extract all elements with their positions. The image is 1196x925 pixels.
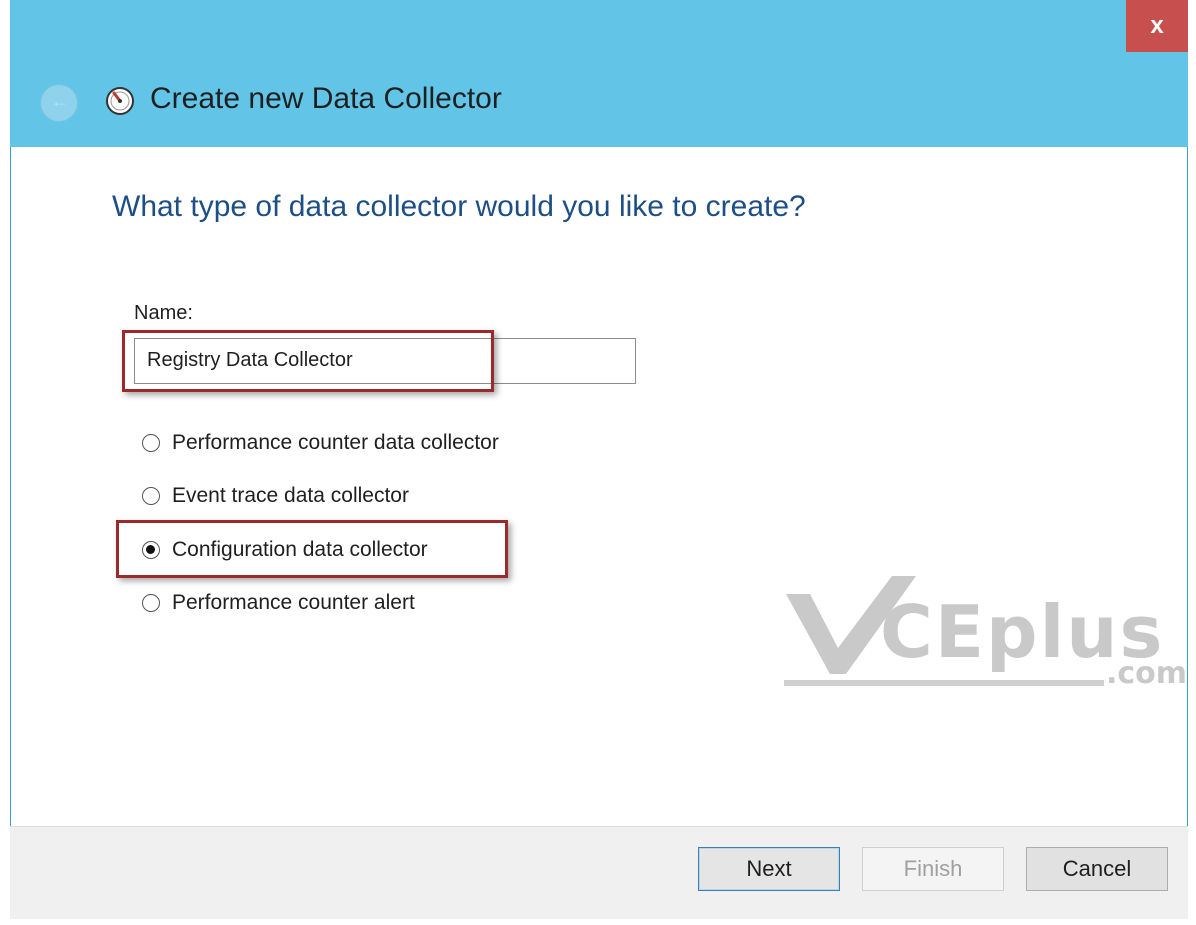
title-bar: x ← Create new Data Collector: [10, 0, 1188, 147]
configuration-highlight-box: [116, 520, 508, 578]
radio-performance-alert[interactable]: Performance counter alert: [142, 591, 415, 615]
radio-label: Performance counter data collector: [172, 431, 499, 454]
wizard-window: x ← Create new Data Collector What type …: [10, 0, 1188, 919]
next-button[interactable]: Next: [698, 847, 840, 891]
button-bar: Next Finish Cancel: [10, 826, 1188, 919]
radio-performance-counter[interactable]: Performance counter data collector: [142, 431, 499, 455]
watermark: CEplus .com: [780, 570, 1187, 691]
performance-monitor-icon: [106, 87, 134, 115]
name-label: Name:: [134, 302, 193, 324]
radio-label: Performance counter alert: [172, 591, 415, 614]
radio-button-icon: [142, 434, 160, 452]
finish-button[interactable]: Finish: [862, 847, 1004, 891]
close-icon: x: [1150, 12, 1164, 39]
back-arrow-icon: ←: [51, 91, 69, 111]
radio-event-trace[interactable]: Event trace data collector: [142, 484, 409, 508]
window-title: Create new Data Collector: [150, 82, 502, 115]
page-heading: What type of data collector would you li…: [112, 190, 806, 223]
close-button[interactable]: x: [1126, 0, 1188, 52]
radio-button-icon: [142, 487, 160, 505]
radio-label: Event trace data collector: [172, 484, 409, 507]
name-highlight-box: [122, 330, 494, 392]
cancel-button[interactable]: Cancel: [1026, 847, 1168, 891]
watermark-underline: [784, 680, 1104, 686]
watermark-suffix: .com: [1106, 656, 1188, 691]
back-button[interactable]: ←: [40, 84, 78, 122]
radio-button-icon: [142, 594, 160, 612]
